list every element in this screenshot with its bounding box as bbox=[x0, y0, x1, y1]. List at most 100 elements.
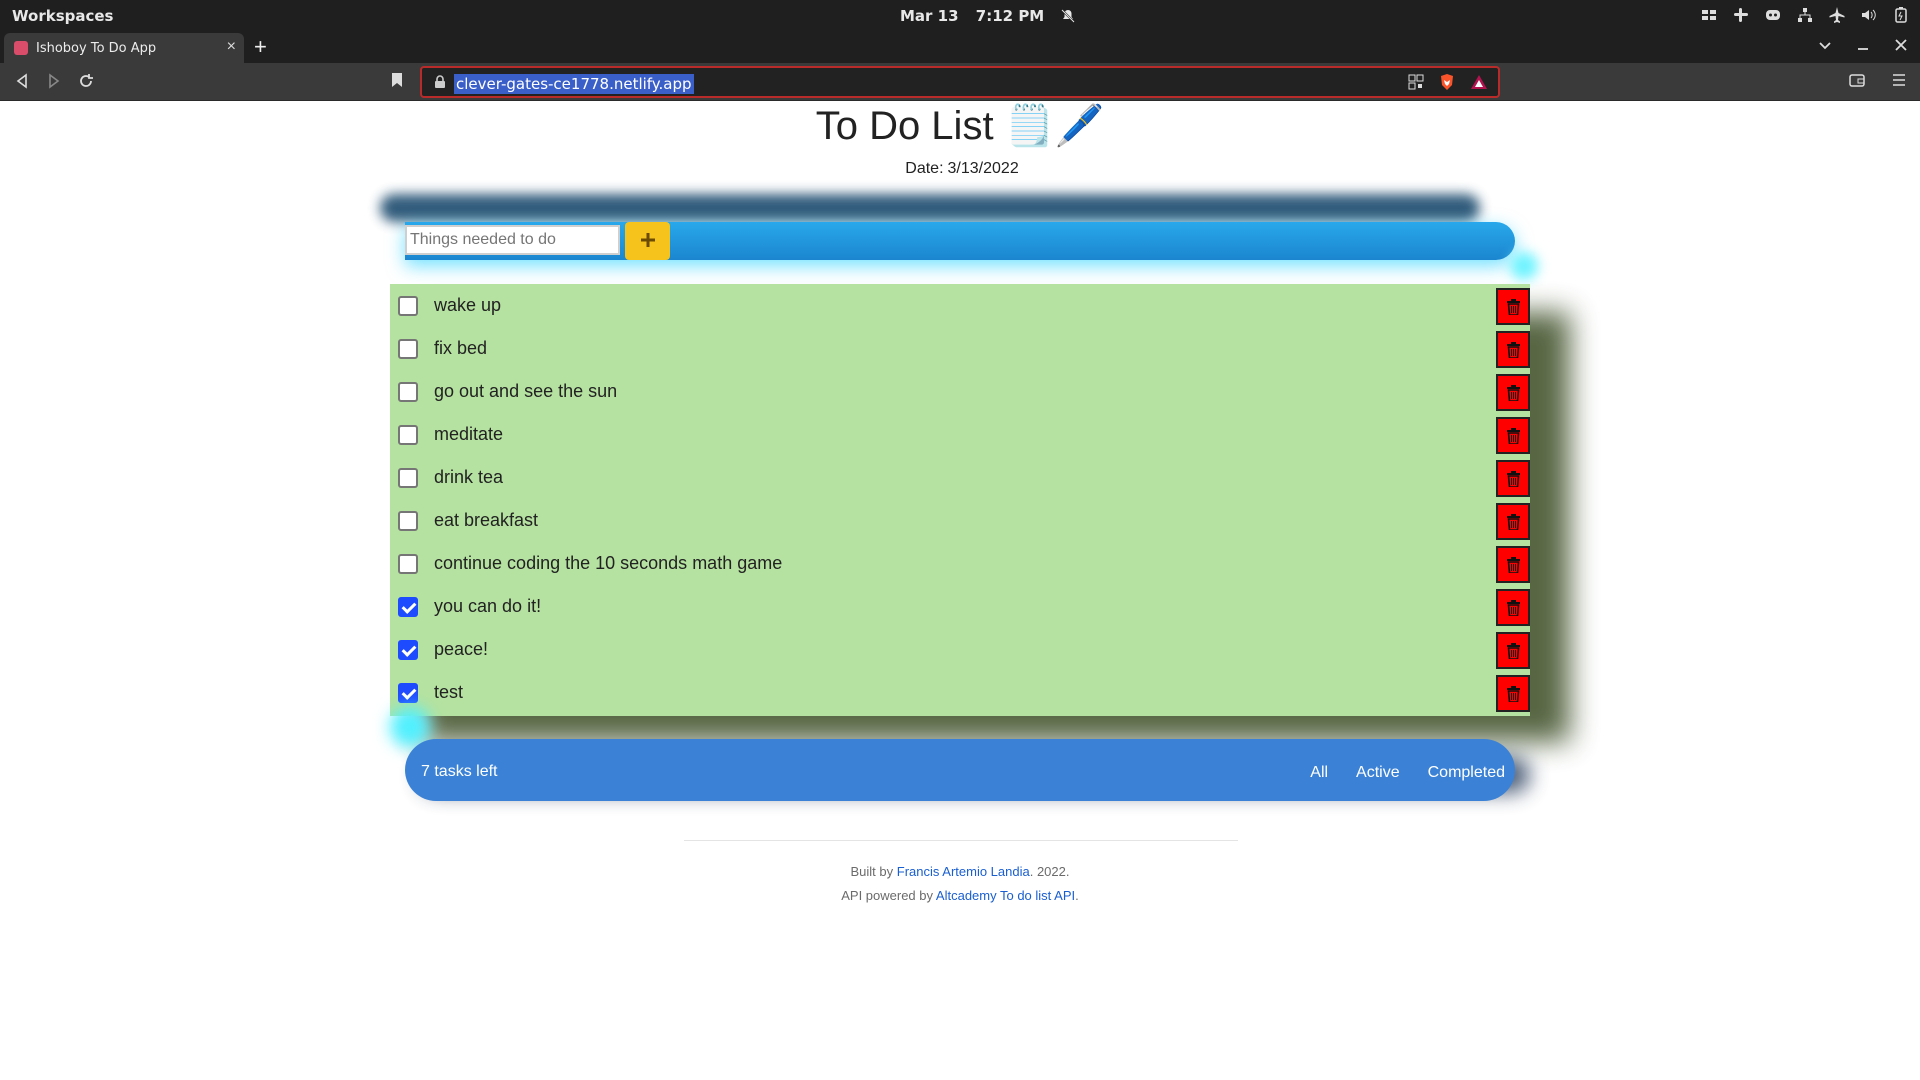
new-task-bar bbox=[405, 222, 1515, 260]
volume-icon[interactable] bbox=[1860, 6, 1878, 24]
filter-active[interactable]: Active bbox=[1356, 764, 1400, 782]
tab-list-chevron-icon[interactable] bbox=[1818, 38, 1832, 52]
api-link[interactable]: Altcademy To do list API bbox=[936, 888, 1075, 903]
author-link[interactable]: Francis Artemio Landia bbox=[897, 864, 1030, 879]
task-text: you can do it! bbox=[434, 596, 542, 616]
system-top-bar: Workspaces Mar 13 7:12 PM bbox=[0, 0, 1920, 31]
browser-tab-strip: Ishoboy To Do App × bbox=[0, 31, 1920, 63]
minimize-icon[interactable] bbox=[1856, 38, 1870, 52]
trash-icon bbox=[1507, 557, 1520, 573]
trash-icon bbox=[1507, 686, 1520, 702]
delete-task-button[interactable] bbox=[1496, 460, 1530, 497]
delete-task-button[interactable] bbox=[1496, 288, 1530, 325]
back-icon[interactable] bbox=[12, 71, 32, 91]
delete-task-button[interactable] bbox=[1496, 417, 1530, 454]
delete-task-button[interactable] bbox=[1496, 374, 1530, 411]
footer-divider bbox=[684, 840, 1238, 841]
trash-icon bbox=[1507, 471, 1520, 487]
toolbar-right-icons bbox=[1848, 71, 1908, 89]
trash-icon bbox=[1507, 299, 1520, 315]
url-text[interactable]: clever-gates-ce1778.netlify.app bbox=[454, 74, 694, 94]
delete-task-button[interactable] bbox=[1496, 675, 1530, 712]
address-bar-actions bbox=[1408, 73, 1488, 91]
workspaces-label[interactable]: Workspaces bbox=[12, 7, 113, 25]
task-text: eat breakfast bbox=[434, 510, 539, 530]
built-by-credit: Built by Francis Artemio Landia. 2022. bbox=[0, 864, 1920, 879]
task-row: continue coding the 10 seconds math game bbox=[390, 543, 1530, 586]
date-label: Date: bbox=[905, 160, 944, 177]
delete-task-button[interactable] bbox=[1496, 503, 1530, 540]
new-tab-button[interactable]: + bbox=[254, 34, 267, 60]
task-text: continue coding the 10 seconds math game bbox=[434, 553, 783, 573]
delete-task-button[interactable] bbox=[1496, 589, 1530, 626]
window-controls bbox=[1818, 38, 1908, 52]
task-checkbox[interactable] bbox=[398, 425, 418, 445]
task-text: go out and see the sun bbox=[434, 381, 618, 401]
task-checkbox[interactable] bbox=[398, 683, 418, 703]
brave-shields-icon[interactable] bbox=[1438, 73, 1456, 91]
api-suffix: . bbox=[1075, 888, 1079, 903]
wallet-icon[interactable] bbox=[1848, 71, 1866, 89]
network-icon[interactable] bbox=[1796, 6, 1814, 24]
decorative-glow bbox=[1510, 252, 1538, 280]
reload-icon[interactable] bbox=[76, 71, 96, 91]
date-value: 3/13/2022 bbox=[947, 160, 1019, 177]
tab-close-button[interactable]: × bbox=[227, 38, 236, 56]
task-checkbox[interactable] bbox=[398, 339, 418, 359]
qr-code-icon[interactable] bbox=[1408, 74, 1424, 90]
task-checkbox[interactable] bbox=[398, 597, 418, 617]
delete-task-button[interactable] bbox=[1496, 331, 1530, 368]
task-text: drink tea bbox=[434, 467, 504, 487]
system-clock[interactable]: Mar 13 7:12 PM bbox=[900, 7, 1076, 25]
task-checkbox[interactable] bbox=[398, 468, 418, 488]
new-task-input[interactable] bbox=[405, 225, 620, 255]
task-text: meditate bbox=[434, 424, 504, 444]
task-row: go out and see the sun bbox=[390, 371, 1530, 414]
task-row: peace! bbox=[390, 629, 1530, 672]
site-favicon-icon bbox=[14, 41, 28, 55]
task-text: test bbox=[434, 682, 464, 702]
trash-icon bbox=[1507, 643, 1520, 659]
trash-icon bbox=[1507, 514, 1520, 530]
api-prefix: API powered by bbox=[841, 888, 934, 903]
task-row: test bbox=[390, 672, 1530, 715]
battery-icon[interactable] bbox=[1892, 6, 1910, 24]
task-filters: All Active Completed bbox=[1310, 764, 1505, 782]
task-row: wake up bbox=[390, 285, 1530, 328]
task-checkbox[interactable] bbox=[398, 382, 418, 402]
delete-task-button[interactable] bbox=[1496, 546, 1530, 583]
bookmark-icon[interactable] bbox=[390, 71, 404, 89]
task-row: fix bed bbox=[390, 328, 1530, 371]
task-text: wake up bbox=[434, 295, 502, 315]
trash-icon bbox=[1507, 342, 1520, 358]
slack-icon[interactable] bbox=[1732, 6, 1750, 24]
trash-icon bbox=[1507, 600, 1520, 616]
built-prefix: Built by bbox=[850, 864, 894, 879]
task-list: wake up fix bed go out and see the sun medi… bbox=[390, 284, 1530, 716]
add-task-button[interactable] bbox=[625, 222, 670, 260]
address-bar[interactable]: clever-gates-ce1778.netlify.app bbox=[420, 66, 1500, 98]
browser-tab[interactable]: Ishoboy To Do App × bbox=[4, 33, 244, 63]
task-checkbox[interactable] bbox=[398, 554, 418, 574]
airplane-mode-icon[interactable] bbox=[1828, 6, 1846, 24]
page-content: To Do List 🗒️🖊️ Date:3/13/2022 wake up fi… bbox=[0, 102, 1920, 1080]
window-layout-icon[interactable] bbox=[1700, 6, 1718, 24]
decorative-shadow bbox=[380, 194, 1480, 222]
delete-task-button[interactable] bbox=[1496, 632, 1530, 669]
discord-icon[interactable] bbox=[1764, 6, 1782, 24]
tasks-left-count: 7 tasks left bbox=[421, 763, 498, 780]
close-window-icon[interactable] bbox=[1894, 38, 1908, 52]
trash-icon bbox=[1507, 428, 1520, 444]
task-text: fix bed bbox=[434, 338, 488, 358]
task-checkbox[interactable] bbox=[398, 296, 418, 316]
brave-rewards-icon[interactable] bbox=[1470, 73, 1488, 91]
filter-completed[interactable]: Completed bbox=[1428, 764, 1505, 782]
filter-all[interactable]: All bbox=[1310, 764, 1328, 782]
forward-icon[interactable] bbox=[44, 71, 64, 91]
plus-icon bbox=[640, 232, 655, 247]
task-checkbox[interactable] bbox=[398, 511, 418, 531]
task-checkbox[interactable] bbox=[398, 640, 418, 660]
menu-icon[interactable] bbox=[1890, 71, 1908, 89]
date-line: Date: 3/13/2022 bbox=[0, 160, 1920, 178]
built-suffix: . 2022. bbox=[1029, 864, 1070, 879]
